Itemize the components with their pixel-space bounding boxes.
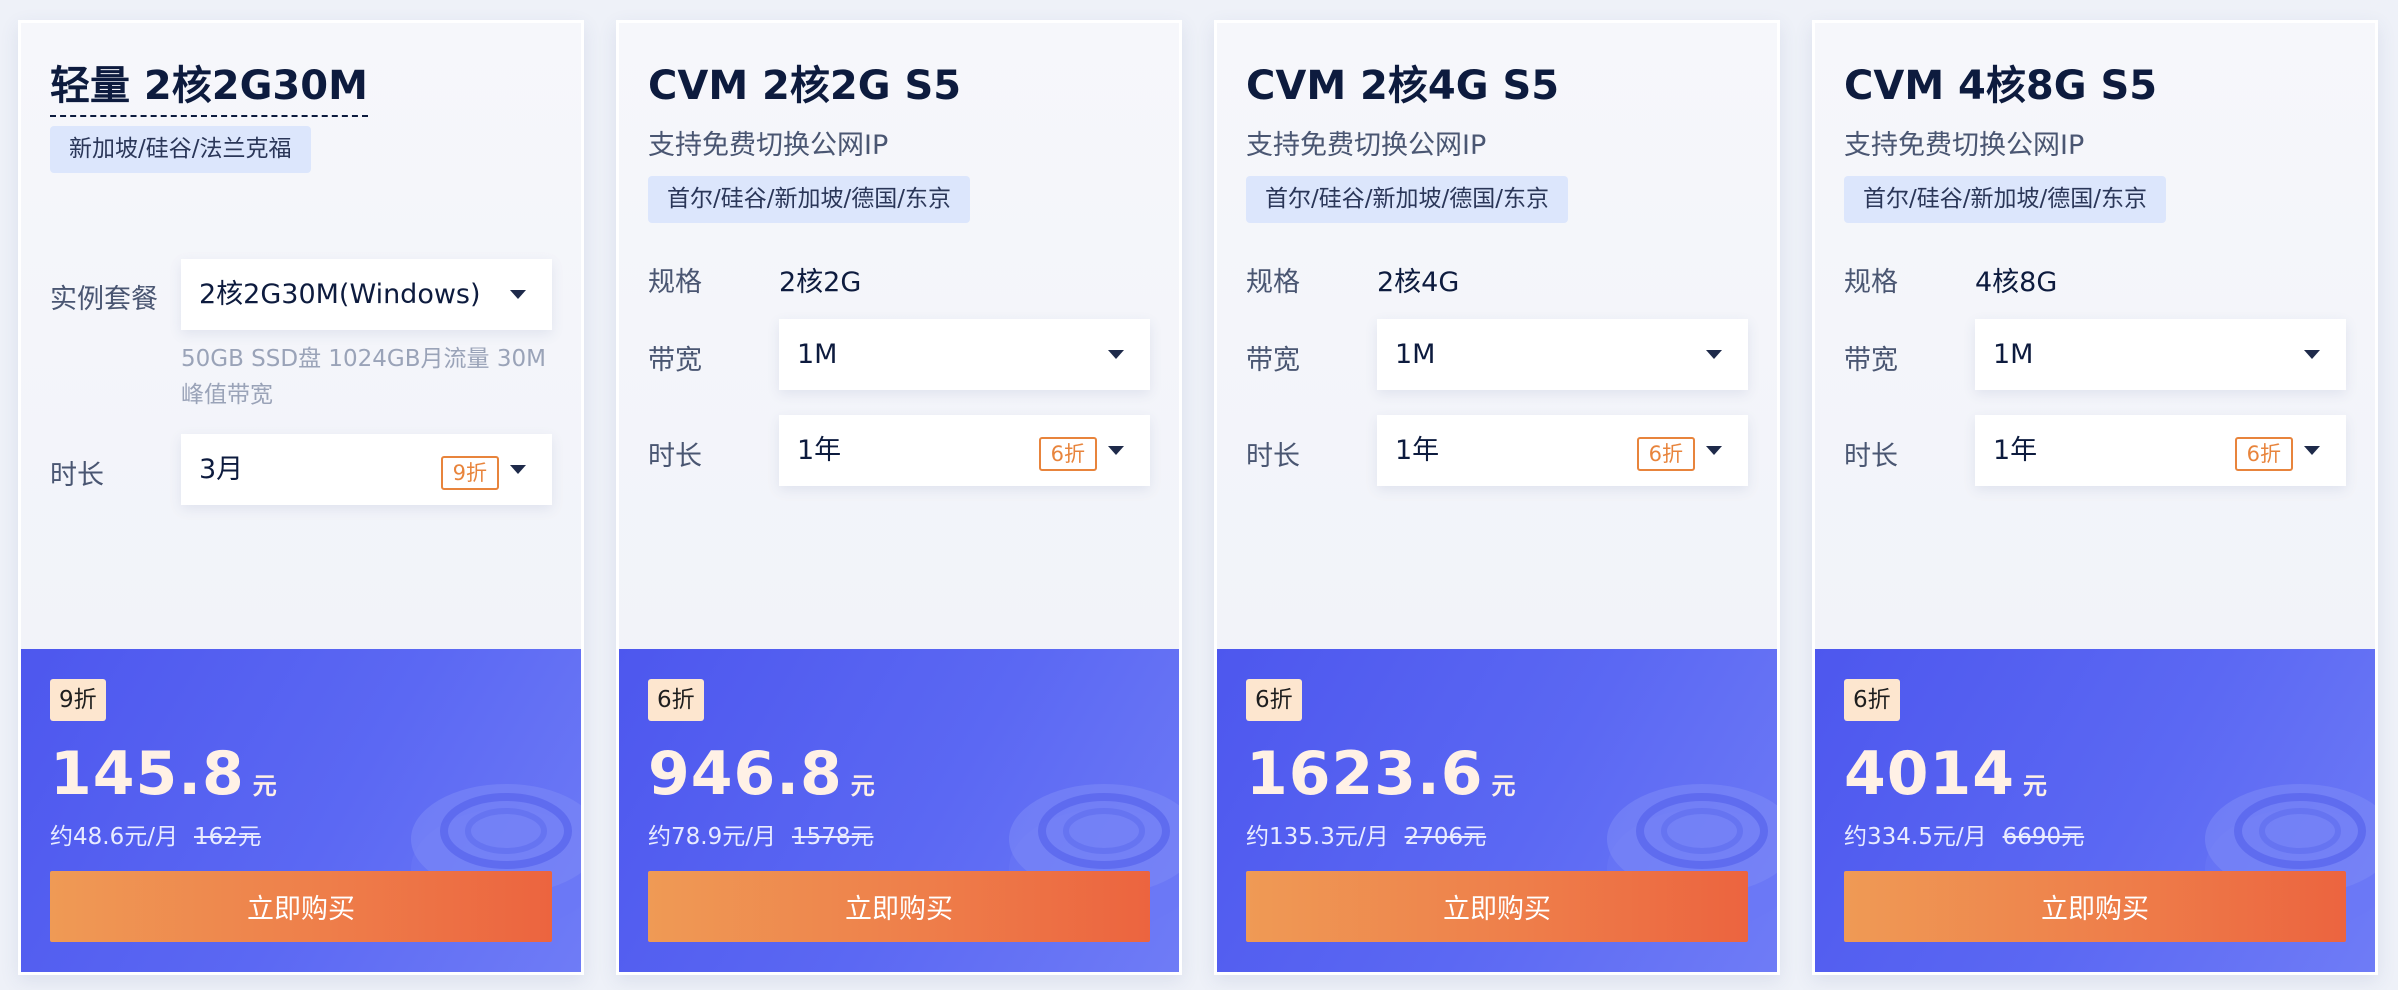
price: 946.8 元 (648, 739, 875, 809)
bandwidth-select[interactable]: 1M (779, 319, 1150, 390)
card-subtitle: 支持免费切换公网IP (648, 130, 889, 161)
price-unit: 元 (2023, 772, 2047, 800)
bandwidth-select-value: 1M (797, 339, 838, 370)
product-card-lighthouse: 轻量 2核2G30M 新加坡/硅谷/法兰克福 实例套餐 2核2G30M(Wind… (18, 20, 584, 975)
card-title: CVM 4核8G S5 (1844, 63, 2158, 109)
card-title: CVM 2核2G S5 (648, 63, 962, 109)
spec-label: 规格 (648, 267, 702, 298)
card-config-section: CVM 2核2G S5 支持免费切换公网IP 首尔/硅谷/新加坡/德国/东京 规… (619, 23, 1179, 649)
monthly-price: 约48.6元/月 (50, 824, 178, 850)
price-panel: 6折 946.8 元 约78.9元/月 1578元 立即购买 (619, 649, 1179, 972)
price: 145.8 元 (50, 739, 277, 809)
price-detail: 约78.9元/月 1578元 (648, 817, 874, 851)
original-price: 2706元 (1404, 824, 1487, 850)
card-config-section: CVM 2核4G S5 支持免费切换公网IP 首尔/硅谷/新加坡/德国/东京 规… (1217, 23, 1777, 649)
product-card-cvm-2c4g: CVM 2核4G S5 支持免费切换公网IP 首尔/硅谷/新加坡/德国/东京 规… (1214, 20, 1780, 975)
price: 1623.6 元 (1246, 739, 1516, 809)
chevron-down-icon (510, 290, 526, 299)
chevron-down-icon (2304, 446, 2320, 455)
duration-select-value: 3月 (199, 454, 244, 485)
spec-label: 规格 (1246, 267, 1300, 298)
price-value: 145.8 (50, 739, 245, 809)
bandwidth-label: 带宽 (1844, 345, 1898, 376)
price: 4014 元 (1844, 739, 2047, 809)
price-detail: 约334.5元/月 6690元 (1844, 817, 2084, 851)
region-tag: 首尔/硅谷/新加坡/德国/东京 (1246, 176, 1568, 223)
discount-badge: 6折 (648, 679, 704, 721)
duration-label: 时长 (50, 460, 104, 491)
monthly-price: 约135.3元/月 (1246, 824, 1389, 850)
price-unit: 元 (252, 772, 277, 800)
buy-now-button[interactable]: 立即购买 (1844, 871, 2346, 942)
duration-discount-badge: 6折 (1636, 437, 1695, 471)
price-detail: 约135.3元/月 2706元 (1246, 817, 1486, 851)
duration-label: 时长 (1246, 441, 1300, 472)
card-subtitle: 支持免费切换公网IP (1246, 130, 1487, 161)
bandwidth-label: 带宽 (648, 345, 702, 376)
discount-badge: 9折 (50, 679, 106, 721)
card-config-section: CVM 4核8G S5 支持免费切换公网IP 首尔/硅谷/新加坡/德国/东京 规… (1815, 23, 2375, 649)
original-price: 6690元 (2002, 824, 2085, 850)
buy-now-button[interactable]: 立即购买 (1246, 871, 1748, 942)
duration-discount-badge: 9折 (440, 456, 499, 490)
buy-now-button[interactable]: 立即购买 (50, 871, 552, 942)
chevron-down-icon (1706, 446, 1722, 455)
price-panel: 6折 1623.6 元 约135.3元/月 2706元 立即购买 (1217, 649, 1777, 972)
plan-note: 50GB SSD盘 1024GB月流量 30M峰值带宽 (181, 346, 546, 408)
price-panel: 6折 4014 元 约334.5元/月 6690元 立即购买 (1815, 649, 2375, 972)
price-value: 4014 (1844, 739, 2015, 809)
duration-select-value: 1年 (797, 435, 842, 466)
chevron-down-icon (2304, 350, 2320, 359)
duration-select[interactable]: 1年 6折 (779, 415, 1150, 486)
duration-discount-badge: 6折 (1038, 437, 1097, 471)
duration-discount-badge: 6折 (2234, 437, 2293, 471)
card-title[interactable]: 轻量 2核2G30M (50, 53, 368, 117)
original-price: 162元 (193, 824, 261, 850)
price-detail: 约48.6元/月 162元 (50, 817, 261, 851)
region-tag: 新加坡/硅谷/法兰克福 (50, 126, 311, 173)
price-unit: 元 (850, 772, 875, 800)
spec-value: 2核2G (779, 267, 862, 298)
duration-select-value: 1年 (1993, 435, 2038, 466)
card-subtitle: 支持免费切换公网IP (1844, 130, 2085, 161)
bandwidth-select-value: 1M (1395, 339, 1436, 370)
product-card-cvm-4c8g: CVM 4核8G S5 支持免费切换公网IP 首尔/硅谷/新加坡/德国/东京 规… (1812, 20, 2378, 975)
price-value: 946.8 (648, 739, 843, 809)
plan-select[interactable]: 2核2G30M(Windows) (181, 259, 552, 330)
original-price: 1578元 (791, 824, 874, 850)
bandwidth-select-value: 1M (1993, 339, 2034, 370)
price-value: 1623.6 (1246, 739, 1484, 809)
duration-select[interactable]: 1年 6折 (1975, 415, 2346, 486)
price-unit: 元 (1491, 772, 1516, 800)
monthly-price: 约334.5元/月 (1844, 824, 1987, 850)
discount-badge: 6折 (1844, 679, 1900, 721)
card-config-section: 轻量 2核2G30M 新加坡/硅谷/法兰克福 实例套餐 2核2G30M(Wind… (21, 23, 581, 649)
bandwidth-select[interactable]: 1M (1975, 319, 2346, 390)
duration-select[interactable]: 3月 9折 (181, 434, 552, 505)
price-panel: 9折 145.8 元 约48.6元/月 162元 立即购买 (21, 649, 581, 972)
buy-now-button[interactable]: 立即购买 (648, 871, 1150, 942)
discount-badge: 6折 (1246, 679, 1302, 721)
chevron-down-icon (1108, 350, 1124, 359)
region-tag: 首尔/硅谷/新加坡/德国/东京 (648, 176, 970, 223)
spec-value: 4核8G (1975, 267, 2058, 298)
plan-select-value: 2核2G30M(Windows) (199, 279, 481, 310)
spec-label: 规格 (1844, 267, 1898, 298)
chevron-down-icon (1108, 446, 1124, 455)
region-tag: 首尔/硅谷/新加坡/德国/东京 (1844, 176, 2166, 223)
duration-select[interactable]: 1年 6折 (1377, 415, 1748, 486)
product-card-cvm-2c2g: CVM 2核2G S5 支持免费切换公网IP 首尔/硅谷/新加坡/德国/东京 规… (616, 20, 1182, 975)
chevron-down-icon (510, 465, 526, 474)
duration-label: 时长 (1844, 441, 1898, 472)
monthly-price: 约78.9元/月 (648, 824, 776, 850)
product-card-grid: 轻量 2核2G30M 新加坡/硅谷/法兰克福 实例套餐 2核2G30M(Wind… (0, 0, 2398, 990)
bandwidth-select[interactable]: 1M (1377, 319, 1748, 390)
plan-label: 实例套餐 (50, 284, 158, 315)
bandwidth-label: 带宽 (1246, 345, 1300, 376)
card-title: CVM 2核4G S5 (1246, 63, 1560, 109)
duration-label: 时长 (648, 441, 702, 472)
duration-select-value: 1年 (1395, 435, 1440, 466)
spec-value: 2核4G (1377, 267, 1460, 298)
chevron-down-icon (1706, 350, 1722, 359)
